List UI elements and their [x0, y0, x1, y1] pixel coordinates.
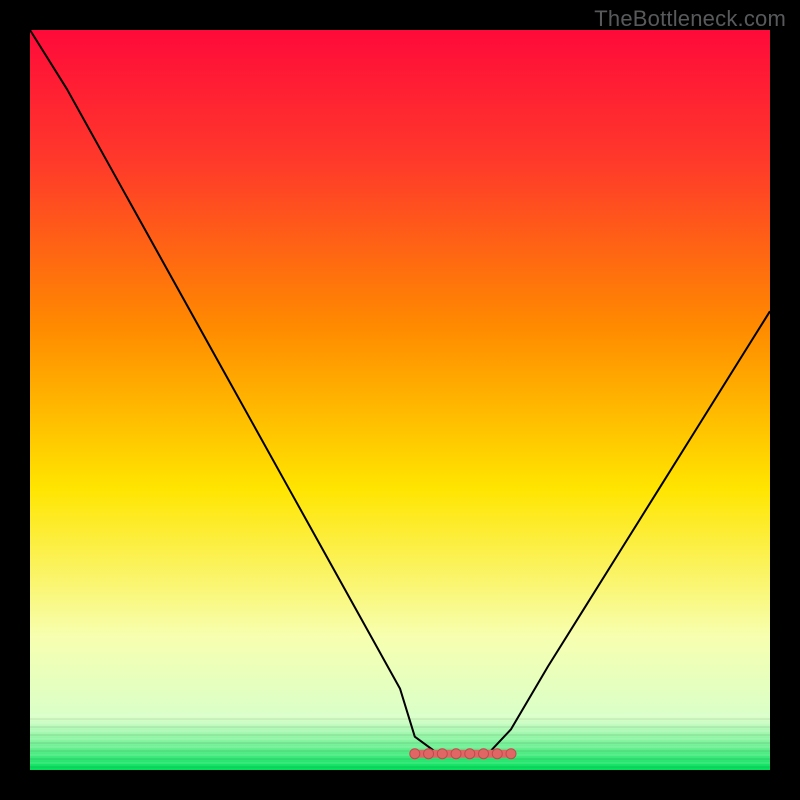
- plot-svg: [30, 30, 770, 770]
- chart-stage: TheBottleneck.com: [0, 0, 800, 800]
- gradient-background: [30, 30, 770, 770]
- watermark-text: TheBottleneck.com: [594, 6, 786, 32]
- plot-area: [30, 30, 770, 770]
